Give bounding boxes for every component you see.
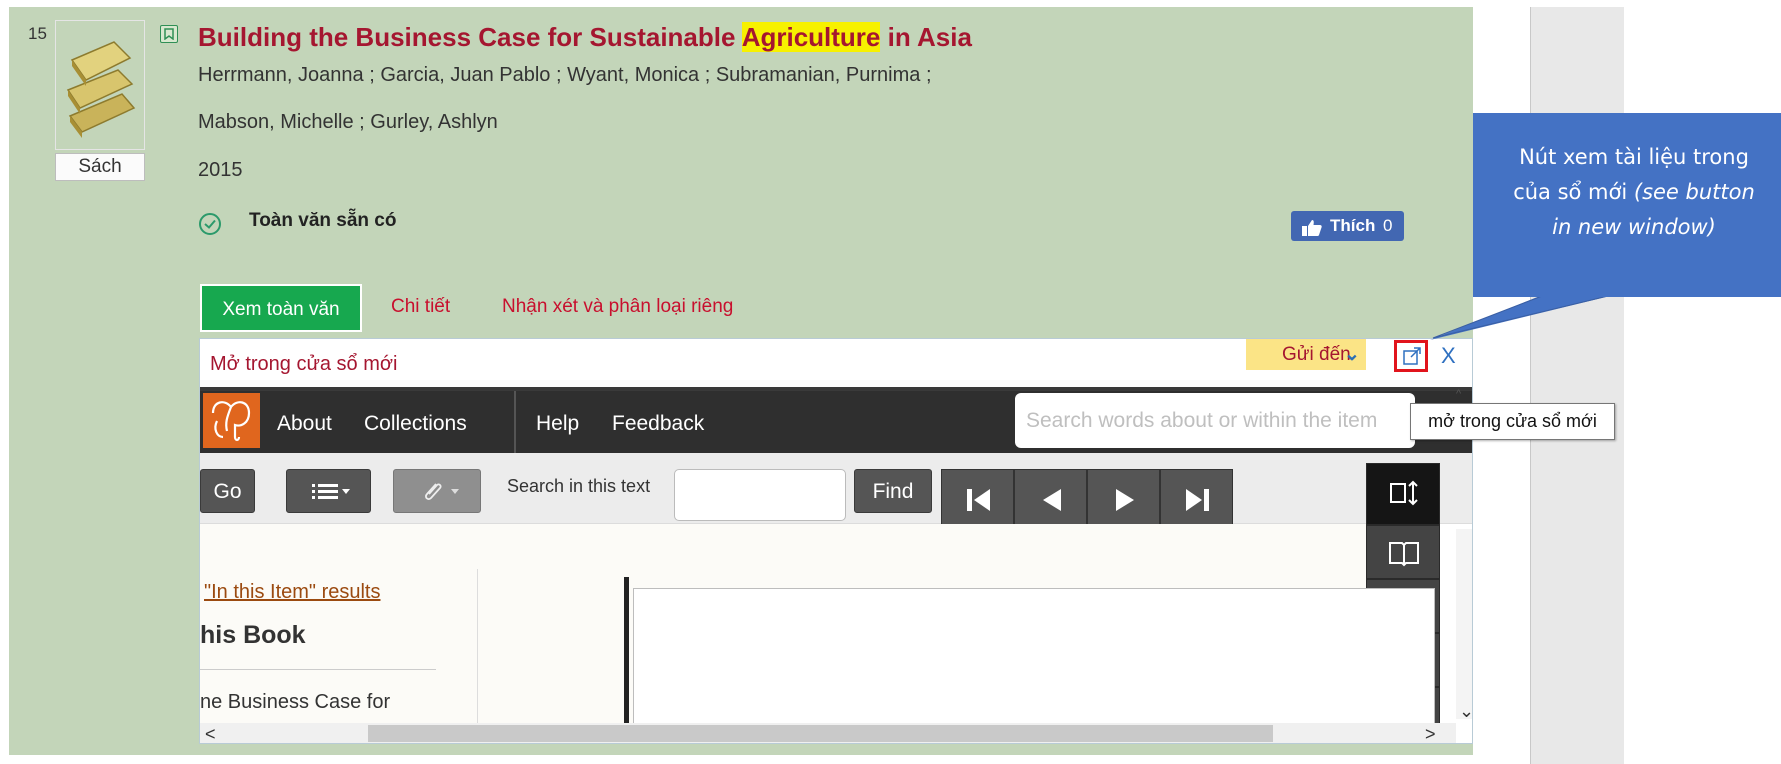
single-page-icon	[1390, 480, 1418, 506]
authors-line-2: Mabson, Michelle ; Gurley, Ashlyn	[198, 111, 498, 133]
close-viewer-button[interactable]: X	[1441, 339, 1456, 372]
thumbs-up-icon	[1301, 217, 1323, 247]
scroll-up-icon[interactable]: ^	[1456, 388, 1472, 402]
list-icon	[312, 484, 350, 499]
chevron-down-icon: ⌄	[1344, 344, 1360, 365]
find-button[interactable]: Find	[854, 469, 932, 513]
scroll-down-icon[interactable]: ⌄	[1459, 701, 1472, 722]
search-in-text-label: Search in this text	[507, 476, 651, 496]
callout-line-2-text: của sổ mới	[1513, 180, 1634, 204]
elephant-logo-icon[interactable]	[203, 393, 260, 448]
horizontal-scroll-thumb[interactable]	[368, 725, 1273, 742]
callout-text: Nút xem tài liệu trong của sổ mới (see b…	[1487, 140, 1781, 245]
callout-line-2: của sổ mới (see button	[1487, 175, 1781, 210]
go-button[interactable]: Go	[200, 469, 255, 513]
callout-line-3: in new window)	[1487, 210, 1781, 245]
send-to-dropdown[interactable]: Gửi đến ⌄	[1246, 339, 1366, 370]
bookmark-icon[interactable]	[160, 25, 178, 43]
open-in-new-window-link[interactable]: Mở trong cửa sổ mới	[210, 353, 397, 376]
nav-about[interactable]: About	[277, 412, 332, 436]
nav-divider	[514, 391, 516, 453]
page-spine	[624, 577, 629, 737]
first-page-icon	[967, 489, 990, 511]
attachment-menu-button[interactable]	[393, 469, 481, 513]
vertical-scrollbar[interactable]	[1456, 529, 1472, 719]
open-new-window-tooltip: mở trong cửa sổ mới	[1410, 403, 1615, 440]
reviews-tab[interactable]: Nhận xét và phân loại riêng	[502, 296, 733, 318]
view-mode-single-button[interactable]	[1366, 463, 1440, 525]
check-circle-icon	[199, 213, 221, 235]
like-label: Thích	[1330, 216, 1376, 235]
book-description-text: ne Business Case for	[200, 691, 391, 713]
view-mode-book-button[interactable]	[1366, 525, 1440, 579]
details-tab[interactable]: Chi tiết	[391, 296, 450, 318]
result-title[interactable]: Building the Business Case for Sustainab…	[198, 22, 972, 53]
view-full-text-tab[interactable]: Xem toàn văn	[200, 284, 362, 332]
item-type-label: Sách	[55, 153, 145, 181]
title-text-end: in Asia	[880, 22, 972, 52]
result-number: 15	[28, 24, 47, 43]
nav-help[interactable]: Help	[536, 412, 579, 436]
title-search-highlight: Agriculture	[741, 22, 881, 52]
next-page-button[interactable]	[1087, 469, 1160, 529]
book-stack-icon	[62, 30, 138, 140]
scroll-left-icon[interactable]: <	[205, 724, 216, 743]
book-section-heading: his Book	[200, 621, 306, 649]
publication-year: 2015	[198, 159, 243, 181]
callout-line-3-italic: in new window)	[1552, 215, 1716, 239]
title-text-start: Building the Business Case for Sustainab…	[198, 22, 742, 52]
scroll-right-icon[interactable]: >	[1425, 724, 1436, 743]
callout-line-1: Nút xem tài liệu trong	[1519, 145, 1749, 169]
previous-page-button[interactable]	[1014, 469, 1087, 529]
send-to-label: Gửi đến	[1282, 344, 1351, 365]
open-book-icon	[1389, 542, 1419, 567]
search-in-text-input[interactable]	[674, 469, 846, 521]
document-page	[633, 588, 1435, 743]
first-page-button[interactable]	[941, 469, 1014, 529]
section-divider	[200, 669, 436, 670]
paperclip-icon	[425, 483, 459, 500]
panel-splitter[interactable]	[477, 569, 478, 739]
authors-line-1: Herrmann, Joanna ; Garcia, Juan Pablo ; …	[198, 64, 932, 86]
previous-page-icon	[1043, 489, 1061, 511]
embedded-viewer: Mở trong cửa sổ mới Gửi đến ⌄ X About Co…	[199, 338, 1473, 744]
nav-collections[interactable]: Collections	[364, 412, 467, 436]
next-page-icon	[1116, 489, 1134, 511]
external-window-icon[interactable]	[1394, 340, 1428, 372]
like-count: 0	[1383, 216, 1393, 235]
in-this-item-results-link[interactable]: "In this Item" results	[204, 581, 380, 604]
list-menu-button[interactable]	[286, 469, 371, 513]
last-page-icon	[1186, 489, 1209, 511]
callout-line-2-italic: (see button	[1633, 180, 1755, 204]
last-page-button[interactable]	[1160, 469, 1233, 529]
facebook-like-button[interactable]: Thích 0	[1291, 211, 1404, 241]
nav-feedback[interactable]: Feedback	[612, 412, 704, 436]
item-search-input[interactable]: Search words about or within the item	[1015, 393, 1415, 448]
availability-status: Toàn văn sẵn có	[249, 210, 397, 231]
